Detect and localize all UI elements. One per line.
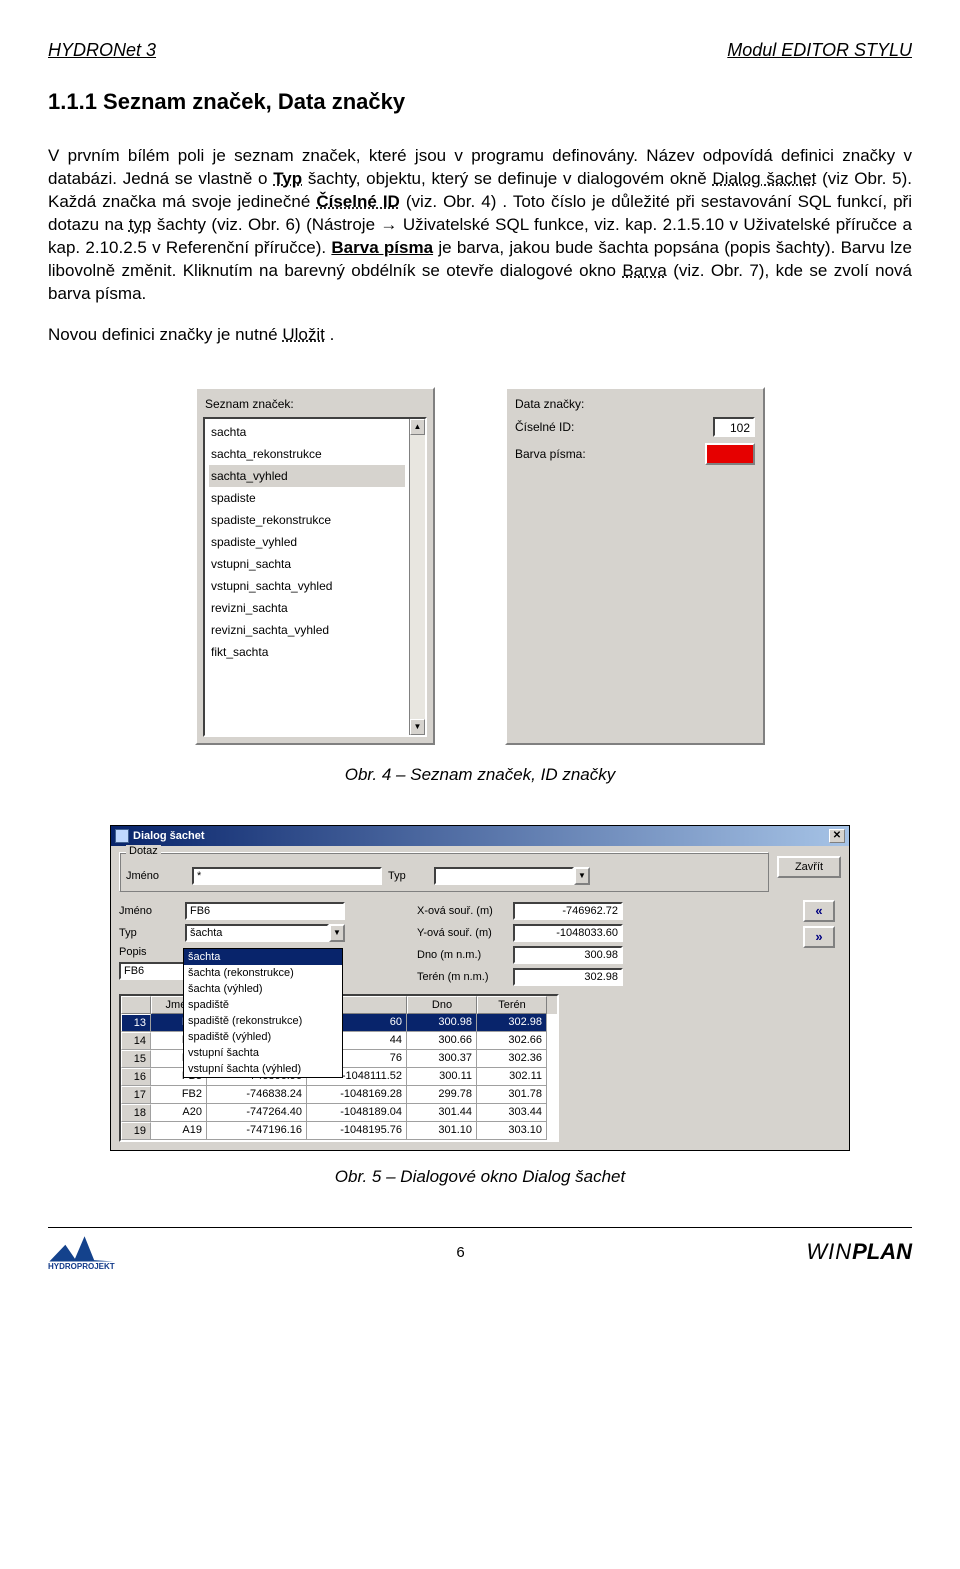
jmeno-filter-input[interactable]: * bbox=[192, 867, 382, 885]
figure-1: Seznam značek: sachtasachta_rekonstrukce… bbox=[48, 387, 912, 745]
ref-barva: Barva bbox=[622, 261, 666, 280]
group-dotaz-label: Dotaz bbox=[126, 845, 161, 857]
page-header: HYDRONet 3 Modul EDITOR STYLU bbox=[48, 40, 912, 61]
window-icon bbox=[115, 829, 129, 843]
titlebar: Dialog šachet ✕ bbox=[111, 826, 849, 846]
close-icon[interactable]: ✕ bbox=[829, 829, 845, 843]
section-title: 1.1.1 Seznam značek, Data značky bbox=[48, 89, 912, 115]
lbl-dno: Dno (m n.m.) bbox=[417, 949, 507, 961]
grid-header-cell: Dno bbox=[407, 996, 477, 1014]
seznam-listbox[interactable]: sachtasachta_rekonstrukcesachta_vyhledsp… bbox=[203, 417, 427, 737]
lbl-typ-filter: Typ bbox=[388, 870, 428, 882]
header-left: HYDRONet 3 bbox=[48, 40, 156, 61]
page-number: 6 bbox=[456, 1244, 464, 1261]
lbl-xsour: X-ová souř. (m) bbox=[417, 905, 507, 917]
figure-2-window: Dialog šachet ✕ Dotaz Jméno * Typ ▼ Zavř… bbox=[110, 825, 850, 1151]
id-label: Číselné ID: bbox=[515, 420, 574, 434]
table-row[interactable]: 17FB2-746838.24-1048169.28299.78301.78 bbox=[121, 1086, 557, 1104]
dropdown-item[interactable]: vstupní šachta bbox=[184, 1045, 342, 1061]
logo-hydroprojekt: HYDROPROJEKT bbox=[48, 1234, 115, 1271]
paragraph-1: V prvním bílém poli je seznam značek, kt… bbox=[48, 145, 912, 306]
lbl-popis: Popis bbox=[119, 946, 179, 958]
list-item[interactable]: revizni_sachta_vyhled bbox=[209, 619, 405, 641]
page-footer: HYDROPROJEKT 6 WINPLAN bbox=[48, 1227, 912, 1271]
table-row[interactable]: 18A20-747264.40-1048189.04301.44303.44 bbox=[121, 1104, 557, 1122]
xsour-input[interactable]: -746962.72 bbox=[513, 902, 623, 920]
chevron-down-icon[interactable]: ▼ bbox=[329, 924, 345, 942]
ysour-input[interactable]: -1048033.60 bbox=[513, 924, 623, 942]
ref-ciselne-id: Číselné ID bbox=[316, 192, 400, 211]
prev-button[interactable]: « bbox=[803, 900, 835, 922]
lbl-typ: Typ bbox=[119, 927, 179, 939]
dropdown-item[interactable]: šachta (rekonstrukce) bbox=[184, 965, 342, 981]
next-button[interactable]: » bbox=[803, 926, 835, 948]
group-dotaz: Dotaz Jméno * Typ ▼ bbox=[119, 852, 769, 892]
lbl-teren: Terén (m n.m.) bbox=[417, 971, 507, 983]
ref-typ-2: typ bbox=[129, 215, 152, 234]
grid-header-cell bbox=[121, 996, 151, 1014]
seznam-label: Seznam značek: bbox=[205, 397, 427, 411]
typ-dropdown-list[interactable]: šachtašachta (rekonstrukce)šachta (výhle… bbox=[183, 948, 343, 1078]
data-label: Data značky: bbox=[515, 397, 757, 411]
color-swatch[interactable] bbox=[705, 443, 755, 465]
zavrit-button[interactable]: Zavřít bbox=[777, 856, 841, 878]
header-right: Modul EDITOR STYLU bbox=[727, 40, 912, 61]
typ-filter-dropdown[interactable]: ▼ bbox=[434, 867, 590, 885]
dropdown-item[interactable]: vstupní šachta (výhled) bbox=[184, 1061, 342, 1077]
ref-dialog-sachet: Dialog šachet bbox=[712, 169, 816, 188]
lbl-jmeno: Jméno bbox=[119, 905, 179, 917]
figure-1-caption: Obr. 4 – Seznam značek, ID značky bbox=[48, 765, 912, 785]
logo-icon bbox=[49, 1234, 113, 1262]
seznam-panel: Seznam značek: sachtasachta_rekonstrukce… bbox=[195, 387, 435, 745]
paragraph-2: Novou definici značky je nutné Uložit . bbox=[48, 324, 912, 347]
logo-winplan: WINPLAN bbox=[806, 1239, 912, 1265]
dropdown-item[interactable]: spadiště bbox=[184, 997, 342, 1013]
list-item[interactable]: fikt_sachta bbox=[209, 641, 405, 663]
list-item[interactable]: spadiste bbox=[209, 487, 405, 509]
ref-ulozit: Uložit bbox=[282, 325, 325, 344]
dropdown-item[interactable]: šachta (výhled) bbox=[184, 981, 342, 997]
jmeno-input[interactable]: FB6 bbox=[185, 902, 345, 920]
list-item[interactable]: sachta bbox=[209, 421, 405, 443]
ref-typ: Typ bbox=[273, 169, 302, 188]
dropdown-item[interactable]: spadiště (rekonstrukce) bbox=[184, 1013, 342, 1029]
lbl-ysour: Y-ová souř. (m) bbox=[417, 927, 507, 939]
list-item[interactable]: spadiste_rekonstrukce bbox=[209, 509, 405, 531]
grid-header-cell: Terén bbox=[477, 996, 547, 1014]
dropdown-item[interactable]: spadiště (výhled) bbox=[184, 1029, 342, 1045]
data-panel: Data značky: Číselné ID: 102 Barva písma… bbox=[505, 387, 765, 745]
dropdown-item[interactable]: šachta bbox=[184, 949, 342, 965]
teren-input[interactable]: 302.98 bbox=[513, 968, 623, 986]
table-row[interactable]: 19A19-747196.16-1048195.76301.10303.10 bbox=[121, 1122, 557, 1140]
ref-barva-pisma: Barva písma bbox=[331, 238, 433, 257]
list-item[interactable]: sachta_rekonstrukce bbox=[209, 443, 405, 465]
chevron-down-icon[interactable]: ▼ bbox=[574, 867, 590, 885]
color-label: Barva písma: bbox=[515, 447, 586, 461]
list-item[interactable]: spadiste_vyhled bbox=[209, 531, 405, 553]
list-item[interactable]: sachta_vyhled bbox=[209, 465, 405, 487]
lbl-jmeno-filter: Jméno bbox=[126, 870, 186, 882]
scroll-down-icon[interactable]: ▼ bbox=[410, 719, 425, 735]
scroll-up-icon[interactable]: ▲ bbox=[410, 419, 425, 435]
id-value-field[interactable]: 102 bbox=[713, 417, 755, 437]
scrollbar[interactable]: ▲ ▼ bbox=[409, 419, 425, 735]
list-item[interactable]: vstupni_sachta bbox=[209, 553, 405, 575]
figure-2-caption: Obr. 5 – Dialogové okno Dialog šachet bbox=[48, 1167, 912, 1187]
dno-input[interactable]: 300.98 bbox=[513, 946, 623, 964]
window-title: Dialog šachet bbox=[133, 830, 205, 842]
typ-dropdown[interactable]: šachta▼ bbox=[185, 924, 345, 942]
list-item[interactable]: revizni_sachta bbox=[209, 597, 405, 619]
list-item[interactable]: vstupni_sachta_vyhled bbox=[209, 575, 405, 597]
